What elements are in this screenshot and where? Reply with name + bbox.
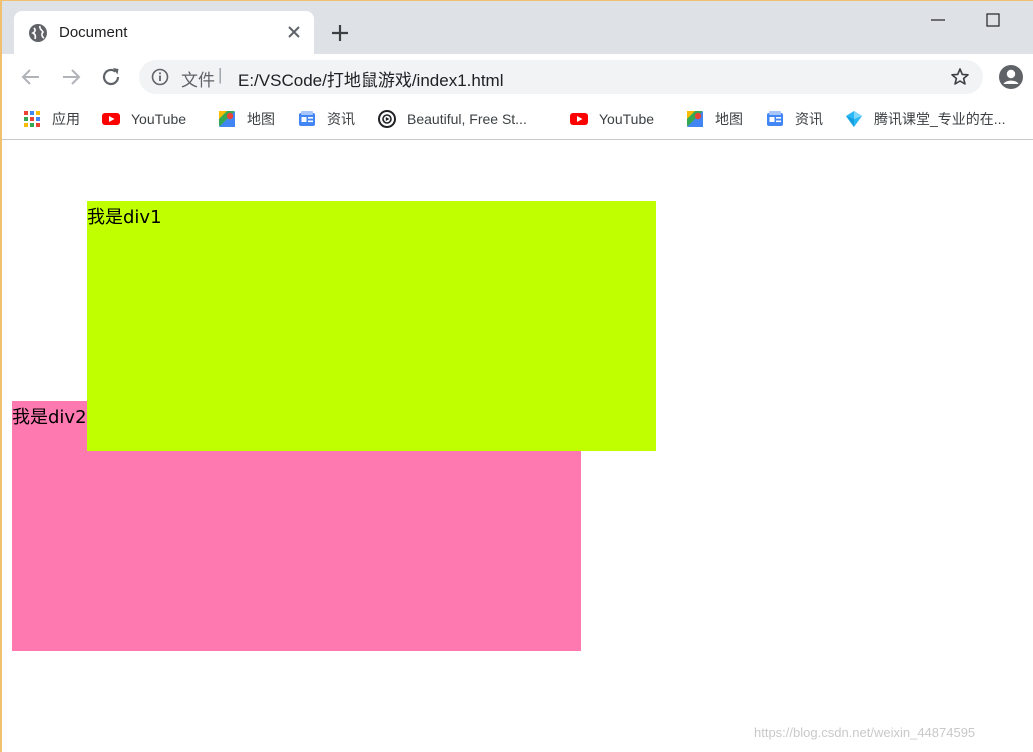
maps-icon [219, 111, 235, 127]
div1-text: 我是div1 [87, 207, 162, 228]
bookmarks-bar: 应用 YouTube 地图 资讯 Beautiful, Free St... Y… [2, 100, 1033, 140]
news-icon [299, 111, 315, 126]
bookmark-label: 地图 [247, 111, 275, 127]
bookmark-tencent-classroom[interactable]: 腾讯课堂_专业的在... [845, 108, 1005, 130]
minimize-icon[interactable] [928, 15, 948, 25]
bookmark-label: 腾讯课堂_专业的在... [874, 111, 1006, 127]
apps-grid-icon [24, 111, 40, 127]
info-icon[interactable] [151, 68, 169, 86]
youtube-icon [570, 113, 588, 125]
bookmark-label: 应用 [52, 111, 80, 127]
youtube-icon [102, 113, 120, 125]
close-tab-icon[interactable] [284, 22, 304, 42]
toolbar: 文件 | E:/VSCode/打地鼠游戏/index1.html [2, 54, 1033, 100]
reload-icon[interactable] [99, 65, 123, 89]
tab-document[interactable]: Document [14, 11, 314, 54]
bookmark-label: 资讯 [327, 111, 355, 127]
bookmark-label: YouTube [131, 111, 187, 127]
bookmark-label: Beautiful, Free St... [407, 111, 527, 127]
address-bar[interactable]: 文件 | E:/VSCode/打地鼠游戏/index1.html [139, 60, 983, 94]
tencent-classroom-icon [846, 111, 862, 127]
maximize-icon[interactable] [984, 11, 1002, 29]
scheme-label: 文件 [181, 71, 215, 90]
div1-box: 我是div1 [87, 201, 656, 451]
forward-arrow-icon[interactable] [59, 65, 83, 89]
bookmark-news-2[interactable]: 资讯 [766, 108, 823, 130]
watermark-text: https://blog.csdn.net/weixin_44874595 [754, 725, 976, 740]
bookmark-news[interactable]: 资讯 [298, 108, 355, 130]
unsplash-icon [378, 110, 396, 128]
back-arrow-icon[interactable] [19, 65, 43, 89]
globe-icon [29, 24, 47, 42]
bookmark-star-icon[interactable] [950, 67, 970, 87]
bookmark-label: YouTube [599, 111, 655, 127]
bookmark-apps[interactable]: 应用 [23, 108, 80, 130]
scheme-separator: | [218, 65, 223, 84]
account-icon[interactable] [998, 64, 1024, 90]
tab-title: Document [59, 24, 128, 41]
bookmark-maps-2[interactable]: 地图 [686, 108, 743, 130]
bookmark-youtube[interactable]: YouTube [102, 108, 186, 130]
bookmark-maps[interactable]: 地图 [218, 108, 275, 130]
bookmark-label: 资讯 [795, 111, 823, 127]
bookmark-unsplash[interactable]: Beautiful, Free St... [378, 108, 527, 130]
tab-strip: Document [2, 1, 1033, 54]
bookmark-label: 地图 [715, 111, 743, 127]
new-tab-icon[interactable] [328, 21, 352, 45]
bookmark-youtube-2[interactable]: YouTube [570, 108, 654, 130]
news-icon [767, 111, 783, 126]
page-content: 我是div2 我是div1 https://blog.csdn.net/weix… [2, 141, 1033, 752]
url-text[interactable]: E:/VSCode/打地鼠游戏/index1.html [238, 66, 503, 91]
maps-icon [687, 111, 703, 127]
browser-window: Document 文件 | E:/VSCode/打地鼠游戏/index1.htm… [0, 0, 1033, 752]
div2-text: 我是div2 [12, 407, 87, 428]
